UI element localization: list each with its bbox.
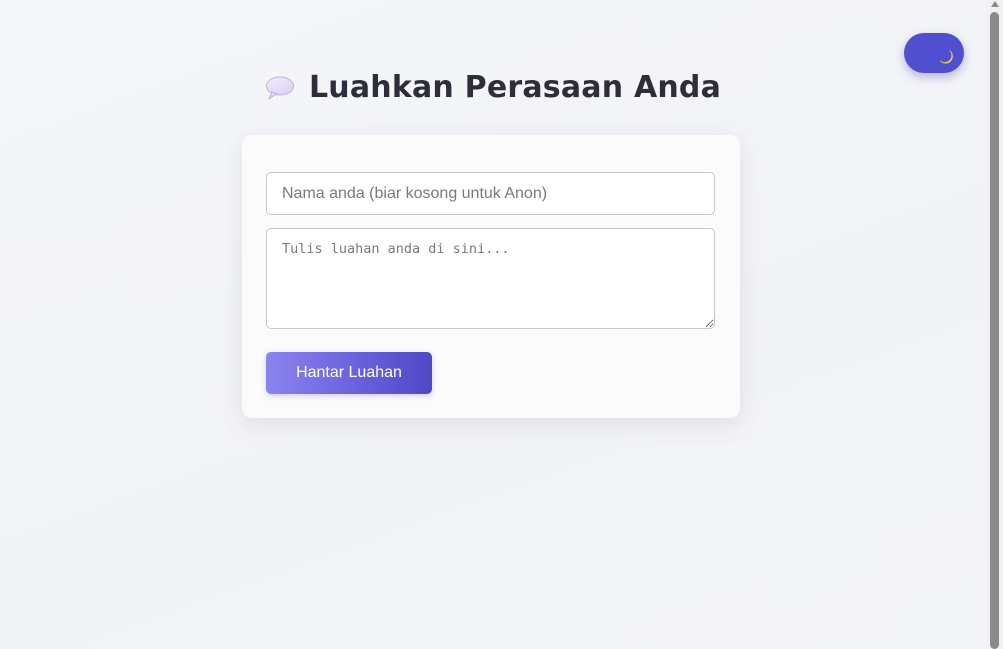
scroll-thumb[interactable] <box>990 12 999 649</box>
moon-icon <box>939 50 953 64</box>
form-card: Hantar Luahan <box>242 135 740 418</box>
page: Luahkan Perasaan Anda Hantar Luahan <box>0 0 1003 649</box>
message-textarea[interactable] <box>266 228 715 329</box>
speech-bubble-icon <box>265 76 294 99</box>
name-input[interactable] <box>266 172 715 215</box>
page-title: Luahkan Perasaan Anda <box>308 70 722 105</box>
submit-button[interactable]: Hantar Luahan <box>266 352 432 394</box>
scroll-up-icon[interactable] <box>991 1 999 7</box>
vertical-scrollbar[interactable] <box>986 0 1003 649</box>
header: Luahkan Perasaan Anda <box>0 70 986 105</box>
theme-toggle-button[interactable] <box>904 33 964 73</box>
